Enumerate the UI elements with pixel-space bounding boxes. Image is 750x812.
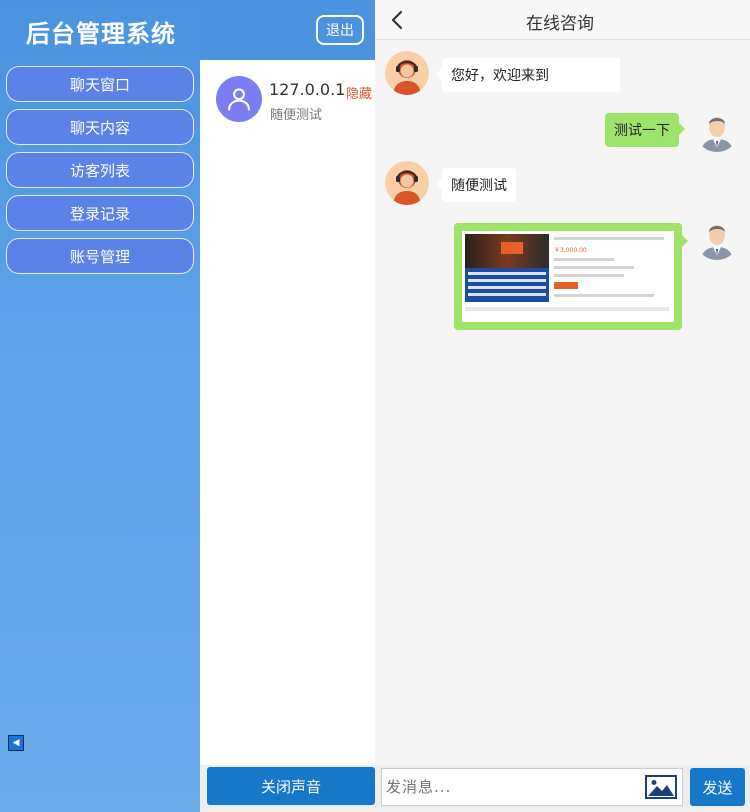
message-image-outgoing[interactable]: ￥3,000.00	[454, 223, 688, 330]
logout-button[interactable]: 退出	[316, 15, 364, 45]
sidebar-item-login-records[interactable]: 登录记录	[6, 195, 194, 231]
collapse-sidebar-button[interactable]: ◀	[8, 735, 24, 751]
sidebar-item-visitor-list[interactable]: 访客列表	[6, 152, 194, 188]
message-input-bar: 发送	[375, 765, 750, 812]
session-preview: 随便测试	[270, 108, 323, 123]
message-text: 您好，欢迎来到	[451, 68, 549, 84]
hide-session-link[interactable]: 隐藏	[346, 83, 375, 102]
image-price-text: ￥3,000.00	[554, 247, 587, 254]
message-input[interactable]	[381, 768, 683, 806]
visitor-avatar	[216, 76, 262, 122]
sidebar-item-chat-content[interactable]: 聊天内容	[6, 109, 194, 145]
message-bubble-incoming: 您好，欢迎来到	[436, 58, 620, 92]
image-upload-icon[interactable]	[645, 775, 677, 799]
user-icon	[228, 88, 250, 111]
session-item[interactable]: 127.0.0.1 隐藏 随便测试	[216, 76, 376, 126]
sidebar-nav: 聊天窗口 聊天内容 访客列表 登录记录 账号管理	[6, 66, 194, 281]
app-title: 后台管理系统	[26, 20, 176, 48]
chat-title: 在线咨询	[526, 14, 594, 34]
sidebar: 后台管理系统 聊天窗口 聊天内容 访客列表 登录记录 账号管理 ◀	[0, 0, 200, 812]
message-image: ￥3,000.00	[462, 231, 674, 322]
visitor-avatar-chat	[695, 108, 739, 152]
send-button[interactable]: 发送	[690, 768, 745, 806]
message-bubble-outgoing: 测试一下	[605, 113, 685, 147]
agent-avatar	[385, 161, 429, 205]
sidebar-item-account-management[interactable]: 账号管理	[6, 238, 194, 274]
session-ip: 127.0.0.1	[269, 80, 346, 99]
mute-sound-button[interactable]: 关闭声音	[207, 767, 375, 805]
chat-header: 在线咨询	[375, 0, 750, 40]
message-bubble-incoming: 随便测试	[436, 168, 516, 202]
chat-panel: 在线咨询 您好，欢迎来到 测试一下 随便测试 ￥3,000.00 发消息... …	[375, 0, 750, 812]
sidebar-item-chat-window[interactable]: 聊天窗口	[6, 66, 194, 102]
message-text: 测试一下	[614, 123, 670, 139]
agent-avatar	[385, 51, 429, 95]
session-list: 127.0.0.1 隐藏 随便测试	[200, 60, 375, 765]
visitor-avatar-chat	[695, 216, 739, 260]
message-text: 随便测试	[451, 178, 507, 194]
collapse-icon: ◀	[12, 737, 20, 748]
